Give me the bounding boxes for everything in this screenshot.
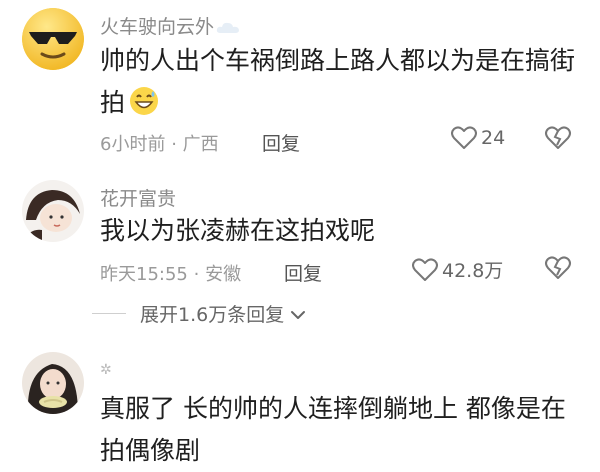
like-button[interactable]: 42.8万	[412, 256, 503, 283]
like-count: 24	[481, 127, 506, 149]
comment-text: 帅的人出个车祸倒路上路人都以为是在搞街 拍	[100, 40, 575, 129]
reply-button[interactable]: 回复	[284, 259, 322, 286]
sparkle-icon: ✲	[100, 362, 112, 378]
dislike-button[interactable]	[544, 126, 572, 154]
cloud-icon	[216, 17, 240, 39]
comment-text: 真服了 长的帅的人连摔倒躺地上 都像是在 拍偶像剧	[100, 394, 566, 465]
avatar[interactable]	[22, 352, 84, 414]
heart-outline-icon	[412, 257, 438, 281]
comment-item: 火车驶向云外 帅的人出个车祸倒路上路人都以为是在搞街 拍 6小时前 · 广西 回…	[0, 0, 600, 170]
dislike-button[interactable]	[544, 256, 572, 284]
comment-text: 我以为张凌赫在这拍戏呢	[100, 216, 376, 245]
comment-meta: 6小时前 · 广西	[100, 134, 219, 155]
divider	[92, 313, 126, 314]
heart-outline-icon	[451, 126, 477, 149]
sunglasses-emoji-avatar-icon	[22, 8, 84, 70]
comment-meta: 昨天15:55 · 安徽	[100, 264, 242, 285]
avatar[interactable]	[22, 180, 84, 242]
grinning-sweat-emoji-icon	[129, 86, 159, 129]
broken-heart-icon	[545, 126, 571, 149]
chevron-down-icon	[290, 303, 306, 325]
comment-username[interactable]: 花开富贵	[100, 184, 176, 211]
comment-item: ✲ 真服了 长的帅的人连摔倒躺地上 都像是在 拍偶像剧	[0, 350, 600, 469]
reply-button[interactable]: 回复	[262, 129, 300, 156]
comment-username[interactable]: 火车驶向云外	[100, 12, 240, 39]
broken-heart-icon	[545, 256, 571, 279]
expand-replies-button[interactable]: 展开1.6万条回复	[92, 300, 306, 327]
like-count: 42.8万	[442, 260, 504, 282]
cartoon-portrait-avatar-icon	[22, 180, 84, 242]
avatar[interactable]	[22, 8, 84, 70]
photo-portrait-avatar-icon	[22, 352, 84, 414]
like-button[interactable]: 24	[451, 126, 505, 150]
